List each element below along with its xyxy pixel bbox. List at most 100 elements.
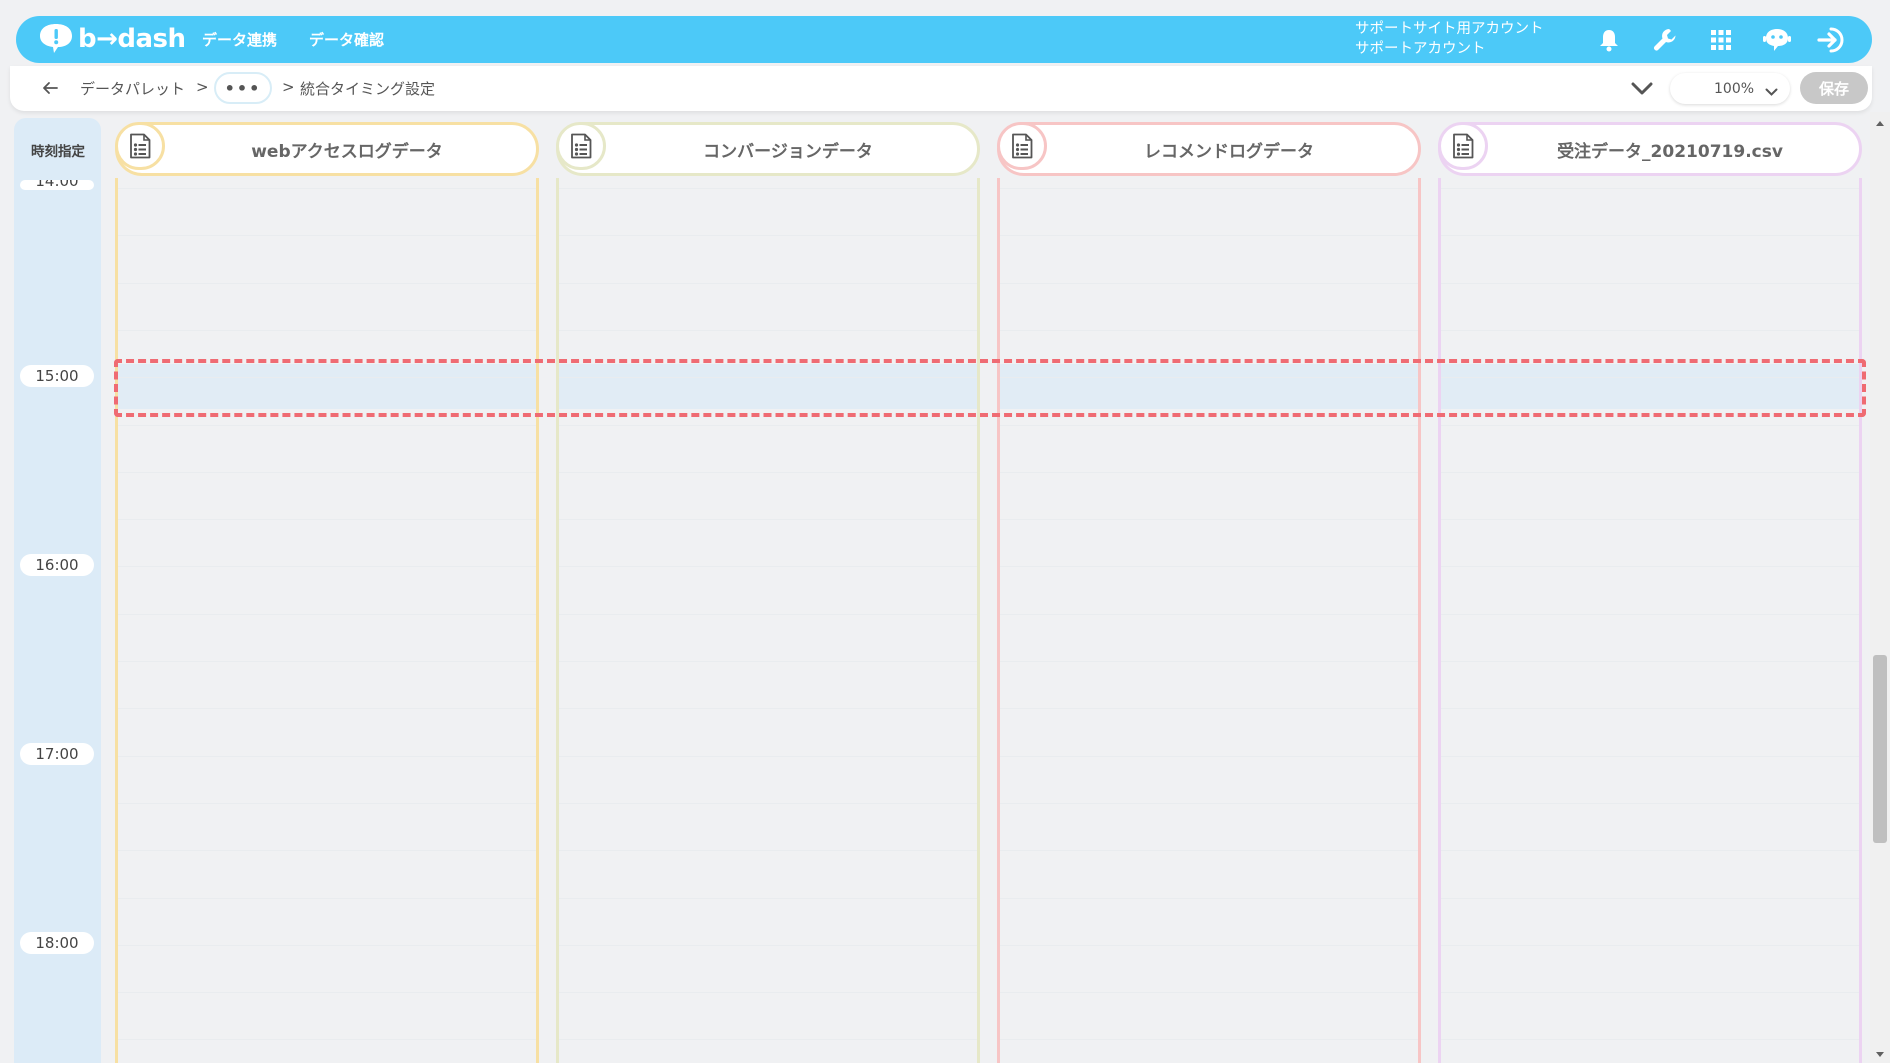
grid-line <box>1441 992 1859 994</box>
grid-line <box>1441 377 1859 379</box>
scroll-up-icon[interactable] <box>1874 116 1886 130</box>
column-track[interactable] <box>1438 178 1862 1063</box>
grid-line <box>1441 282 1859 284</box>
grid-line <box>1000 519 1418 521</box>
save-button[interactable]: 保存 <box>1800 72 1868 104</box>
grid-line <box>1000 897 1418 899</box>
wrench-icon[interactable] <box>1637 16 1693 63</box>
grid-line <box>559 188 977 189</box>
selected-slot-fill[interactable] <box>559 364 977 409</box>
source-header[interactable]: レコメンドログデータ <box>997 122 1421 176</box>
main-nav: データ連携 データ確認 <box>202 16 384 63</box>
source-column-conversion: コンバージョンデータ <box>556 118 980 1063</box>
chevron-down-icon[interactable] <box>1627 76 1657 102</box>
grid-line <box>1441 708 1859 710</box>
selected-slot-fill[interactable] <box>1441 364 1859 409</box>
grid-line <box>118 661 536 662</box>
grid-line <box>559 329 977 331</box>
grid-line <box>559 708 977 710</box>
time-specify-header: 時刻指定 <box>16 122 100 178</box>
grid-line <box>559 282 977 284</box>
grid-line <box>1000 235 1418 237</box>
time-label-partial: 14:00 <box>20 180 94 190</box>
source-header[interactable]: コンバージョンデータ <box>556 122 980 176</box>
source-column-recommend-log: レコメンドログデータ <box>997 118 1421 1063</box>
vertical-scrollbar[interactable] <box>1870 112 1890 1063</box>
grid-line <box>1000 1039 1418 1041</box>
zoom-value: 100% <box>1714 80 1755 97</box>
back-arrow-icon[interactable] <box>38 76 62 100</box>
grid-line <box>118 471 536 473</box>
grid-line <box>118 329 536 331</box>
grid-line <box>559 897 977 899</box>
grid-line <box>1441 613 1859 615</box>
source-title: webアクセスログデータ <box>251 141 443 162</box>
breadcrumb-current: 統合タイミング設定 <box>300 80 436 98</box>
logo-mark-icon <box>36 22 76 56</box>
grid-line <box>118 188 536 189</box>
document-icon <box>1438 122 1488 170</box>
grid-line <box>1441 566 1859 568</box>
source-header[interactable]: 受注データ_20210719.csv <box>1438 122 1862 176</box>
account-info[interactable]: サポートサイト用アカウント サポートアカウント <box>1355 19 1544 59</box>
source-title: 受注データ_20210719.csv <box>1557 141 1783 162</box>
source-header[interactable]: webアクセスログデータ <box>115 122 539 176</box>
chat-bot-icon[interactable] <box>1749 16 1805 63</box>
breadcrumb-data-palette[interactable]: データパレット <box>80 78 185 99</box>
grid-line <box>118 850 536 852</box>
grid-line <box>118 944 536 946</box>
breadcrumb-separator: > <box>282 78 295 96</box>
grid-line <box>118 613 536 615</box>
zoom-select[interactable]: 100% <box>1670 73 1790 104</box>
grid-line <box>1441 944 1859 946</box>
grid-line <box>1000 992 1418 994</box>
selected-slot-fill[interactable] <box>1000 364 1418 409</box>
grid-line <box>1000 661 1418 662</box>
time-label: 18:00 <box>20 932 94 954</box>
logo-text: b→dash <box>78 24 186 54</box>
logo[interactable]: b→dash <box>36 22 186 56</box>
logout-icon[interactable] <box>1805 16 1861 63</box>
grid-line <box>559 944 977 946</box>
grid-line <box>1000 566 1418 568</box>
breadcrumb-ellipsis-button[interactable]: ••• <box>214 72 272 104</box>
grid-line <box>1000 944 1418 946</box>
document-icon <box>997 122 1047 170</box>
grid-line <box>559 992 977 994</box>
column-track[interactable] <box>997 178 1421 1063</box>
grid-line <box>1441 471 1859 473</box>
grid-line <box>118 755 536 757</box>
grid-apps-icon[interactable] <box>1693 16 1749 63</box>
grid-line <box>118 992 536 994</box>
grid-line <box>1441 850 1859 852</box>
chevron-down-icon <box>1765 82 1778 101</box>
grid-line <box>559 235 977 237</box>
nav-data-check[interactable]: データ確認 <box>309 29 384 50</box>
grid-line <box>118 282 536 284</box>
nav-data-integration[interactable]: データ連携 <box>202 29 277 50</box>
grid-line <box>1000 329 1418 331</box>
time-column <box>14 118 101 1063</box>
grid-line <box>118 1039 536 1041</box>
bell-icon[interactable] <box>1581 16 1637 63</box>
breadcrumb-bar: データパレット > ••• > 統合タイミング設定 100% 保存 <box>10 66 1872 111</box>
document-icon-glyph <box>130 133 151 159</box>
grid-line <box>559 519 977 521</box>
grid-line <box>1000 377 1418 379</box>
selected-slot-fill[interactable] <box>118 364 536 409</box>
account-name: サポートサイト用アカウント <box>1355 21 1544 37</box>
column-track[interactable] <box>115 178 539 1063</box>
document-icon <box>115 122 165 170</box>
grid-line <box>1000 850 1418 852</box>
grid-line <box>118 802 536 804</box>
grid-line <box>118 708 536 710</box>
grid-line <box>1441 897 1859 899</box>
grid-line <box>559 377 977 379</box>
grid-line <box>559 566 977 568</box>
grid-line <box>1000 188 1418 189</box>
grid-line <box>118 424 536 426</box>
scrollbar-thumb[interactable] <box>1873 655 1887 843</box>
scroll-down-icon[interactable] <box>1874 1047 1886 1061</box>
grid-line <box>1441 755 1859 757</box>
column-track[interactable] <box>556 178 980 1063</box>
